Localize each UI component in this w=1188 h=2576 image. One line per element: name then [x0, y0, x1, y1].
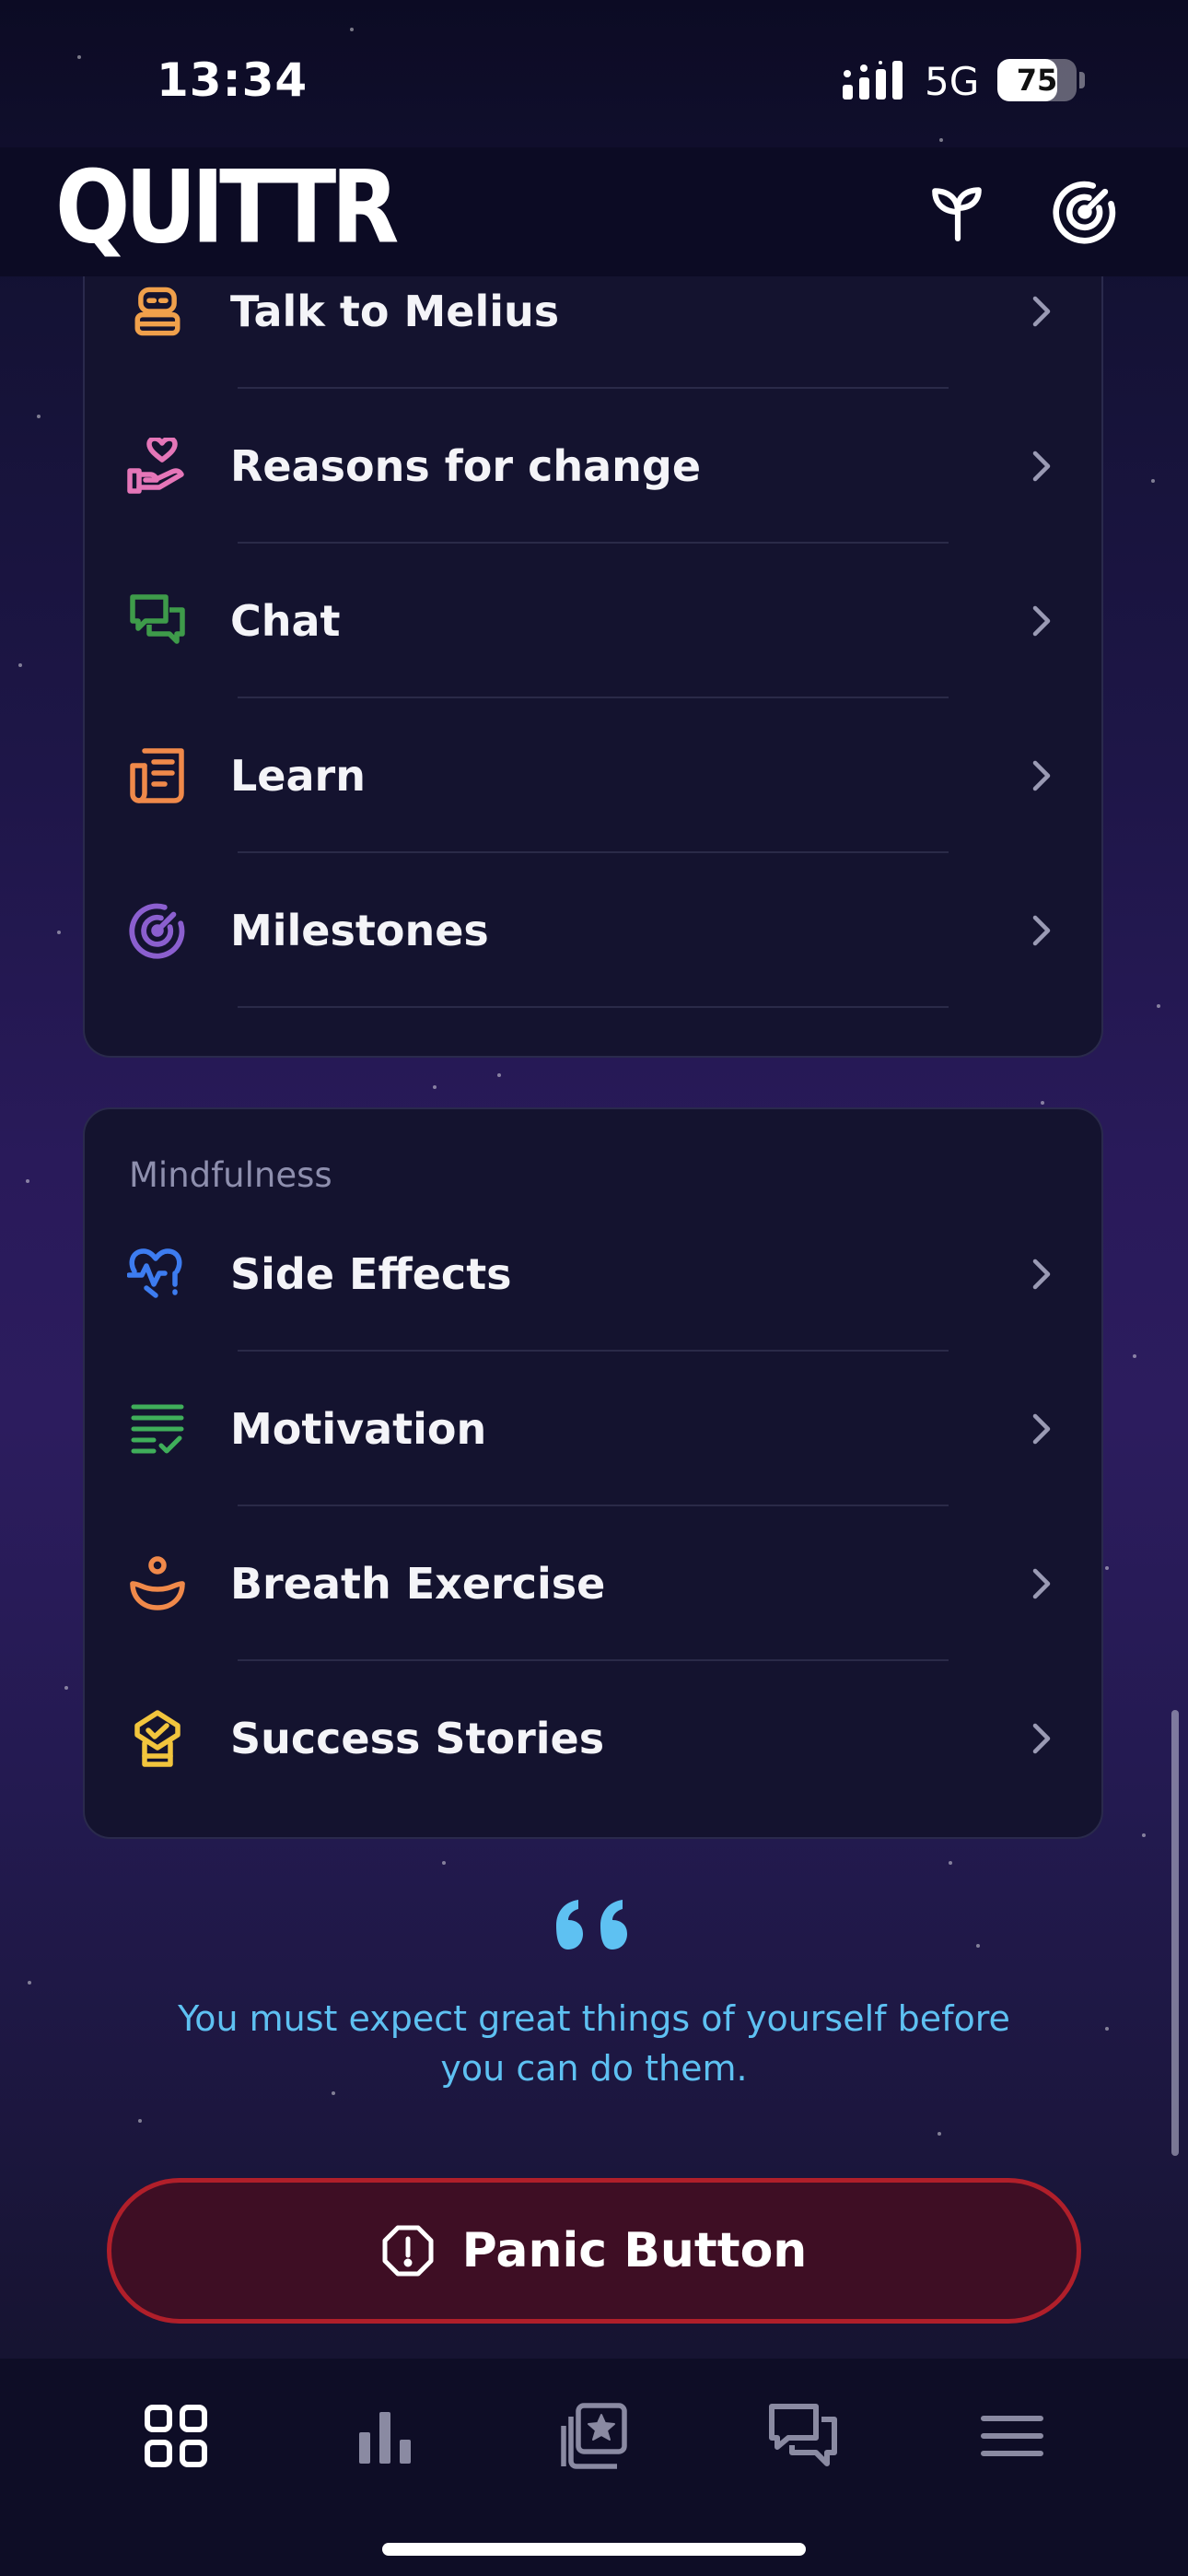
menu-item-learn[interactable]: Learn: [85, 698, 1101, 853]
chevron-right-icon: [1032, 451, 1051, 482]
checklist-icon: [127, 1399, 188, 1459]
grid-icon: [145, 2405, 207, 2467]
menu-item-label: Motivation: [230, 1404, 487, 1454]
chevron-right-icon: [1032, 605, 1051, 637]
tab-stats[interactable]: [339, 2390, 431, 2482]
menu-item-label: Breath Exercise: [230, 1559, 606, 1609]
menu-item-milestones[interactable]: Milestones: [85, 853, 1101, 1008]
menu-item-label: Side Effects: [230, 1249, 512, 1299]
newspaper-icon: [127, 745, 188, 806]
chat-icon: [769, 2404, 837, 2466]
menu-item-label: Success Stories: [230, 1714, 605, 1763]
alert-circle-icon: [382, 2225, 434, 2277]
signal-icon: [843, 61, 903, 100]
milestone-button[interactable]: [1046, 173, 1124, 251]
app-logo: QUITTR: [55, 147, 399, 266]
panic-button[interactable]: Panic Button: [107, 2178, 1081, 2324]
robot-icon: [127, 281, 188, 342]
library-star-icon: [561, 2403, 627, 2469]
menu-item-success-stories[interactable]: Success Stories: [85, 1661, 1101, 1816]
chevron-right-icon: [1032, 1568, 1051, 1599]
app-header: QUITTR: [0, 147, 1188, 276]
target-icon: [127, 900, 188, 961]
tab-menu[interactable]: [966, 2390, 1058, 2482]
meditation-icon: [127, 1553, 188, 1614]
tab-community[interactable]: [757, 2390, 849, 2482]
panic-button-label: Panic Button: [461, 2223, 808, 2278]
chevron-right-icon: [1032, 1723, 1051, 1754]
menu-item-side-effects[interactable]: Side Effects: [85, 1197, 1101, 1352]
menu-item-breath-exercise[interactable]: Breath Exercise: [85, 1506, 1101, 1661]
menu-item-reasons-for-change[interactable]: Reasons for change: [85, 389, 1101, 544]
menu-item-label: Reasons for change: [230, 441, 702, 491]
status-time: 13:34: [157, 53, 309, 107]
menu-item-chat[interactable]: Chat: [85, 544, 1101, 698]
battery-nub: [1079, 72, 1085, 88]
chevron-right-icon: [1032, 1259, 1051, 1290]
menu-item-label: Milestones: [230, 906, 489, 955]
target-icon: [1053, 181, 1116, 244]
chat-bubbles-icon: [127, 591, 188, 651]
chevron-right-icon: [1032, 760, 1051, 791]
chevron-right-icon: [1032, 1413, 1051, 1445]
chevron-right-icon: [1032, 915, 1051, 946]
bar-chart-icon: [359, 2412, 411, 2464]
mindfulness-card: Mindfulness Side Effects Motivation Brea…: [83, 1107, 1103, 1839]
scrollbar[interactable]: [1171, 1710, 1179, 2156]
heartbeat-alert-icon: [127, 1244, 188, 1305]
badge-check-icon: [127, 1708, 188, 1769]
divider: [238, 1006, 949, 1008]
status-bar: 13:34 5G 75: [0, 0, 1188, 147]
motivational-quote: You must expect great things of yourself…: [178, 1998, 1010, 2089]
sprout-button[interactable]: [919, 173, 996, 251]
tab-library[interactable]: [548, 2390, 640, 2482]
tab-home[interactable]: [130, 2390, 222, 2482]
menu-icon: [981, 2416, 1043, 2456]
network-type: 5G: [925, 59, 980, 104]
menu-item-label: Chat: [230, 596, 341, 646]
menu-item-motivation[interactable]: Motivation: [85, 1352, 1101, 1506]
battery-icon: 75: [997, 59, 1077, 101]
quote-icon: [556, 1900, 627, 1950]
sprout-icon: [932, 187, 982, 241]
home-indicator: [382, 2543, 806, 2556]
battery-percent: 75: [1016, 63, 1058, 98]
chevron-right-icon: [1032, 296, 1051, 327]
menu-item-label: Talk to Melius: [230, 287, 560, 336]
section-title: Mindfulness: [129, 1155, 332, 1195]
hand-heart-icon: [127, 436, 188, 497]
menu-item-label: Learn: [230, 751, 366, 801]
main-menu-card: Talk to Melius Reasons for change Chat L…: [83, 184, 1103, 1058]
